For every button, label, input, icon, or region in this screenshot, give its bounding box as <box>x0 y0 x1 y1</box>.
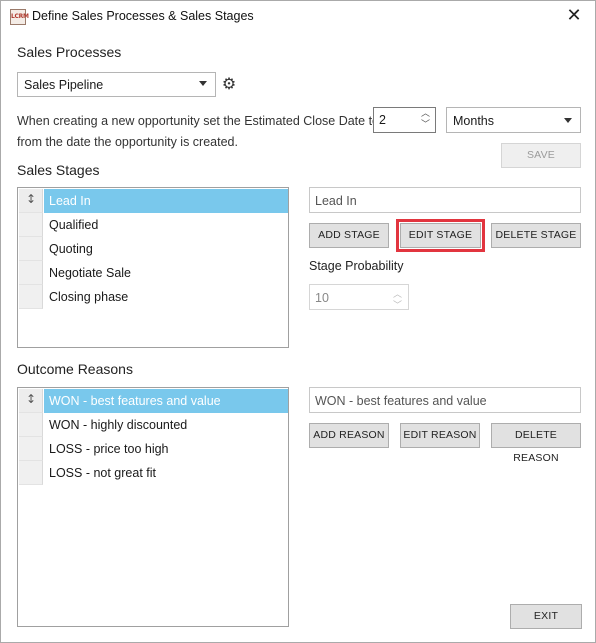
list-item[interactable]: Qualified <box>19 213 288 237</box>
list-item[interactable]: ↕ WON - best features and value <box>19 389 288 413</box>
sales-processes-heading: Sales Processes <box>17 44 122 60</box>
stage-name-value: Lead In <box>315 194 357 208</box>
list-item-label: WON - highly discounted <box>49 418 188 432</box>
stepper-up-icon[interactable]: ︿ <box>421 110 430 119</box>
reorder-arrows-icon: ↕ <box>26 192 37 206</box>
stage-probability-label: Stage Probability <box>309 259 404 273</box>
list-item[interactable]: LOSS - not great fit <box>19 461 288 485</box>
list-item[interactable]: Quoting <box>19 237 288 261</box>
chevron-down-icon <box>199 81 207 86</box>
stepper-down-icon[interactable]: ﹀ <box>421 121 430 130</box>
edit-stage-button[interactable]: EDIT STAGE <box>396 219 485 252</box>
list-item-label: LOSS - not great fit <box>49 466 156 480</box>
close-date-stepper[interactable]: 2 ︿ ﹀ <box>373 107 436 133</box>
drag-handle[interactable]: ↕ <box>19 389 43 413</box>
drag-handle[interactable] <box>19 261 43 285</box>
stepper-down-icon[interactable]: ﹀ <box>393 298 402 311</box>
reason-name-value: WON - best features and value <box>315 394 487 408</box>
list-item[interactable]: LOSS - price too high <box>19 437 288 461</box>
drag-handle[interactable] <box>19 413 43 437</box>
sales-process-select-value: Sales Pipeline <box>24 78 104 92</box>
list-item-label: LOSS - price too high <box>49 442 169 456</box>
list-item-label: Quoting <box>49 242 93 256</box>
outcome-reasons-heading: Outcome Reasons <box>17 361 133 377</box>
sales-process-select[interactable]: Sales Pipeline <box>17 72 216 97</box>
list-item[interactable]: Negotiate Sale <box>19 261 288 285</box>
chevron-down-icon <box>564 118 572 123</box>
gear-icon[interactable]: ⚙ <box>220 75 238 93</box>
stage-probability-stepper[interactable]: 10 ︿ ﹀ <box>309 284 409 311</box>
reorder-arrows-icon: ↕ <box>26 392 37 406</box>
close-icon[interactable]: ✕ <box>563 5 585 27</box>
add-stage-button[interactable]: ADD STAGE <box>309 223 389 248</box>
window-title: Define Sales Processes & Sales Stages <box>32 9 254 23</box>
list-item-label: WON - best features and value <box>44 389 288 413</box>
title-bar: LCRM Define Sales Processes & Sales Stag… <box>1 1 595 32</box>
close-date-value: 2 <box>379 113 386 127</box>
list-item-label: Qualified <box>49 218 99 232</box>
save-button[interactable]: SAVE <box>501 143 581 168</box>
drag-handle[interactable]: ↕ <box>19 189 43 213</box>
dialog-window: LCRM Define Sales Processes & Sales Stag… <box>0 0 596 643</box>
edit-reason-button[interactable]: EDIT REASON <box>400 423 480 448</box>
stage-probability-value: 10 <box>315 291 329 305</box>
outcome-reasons-list[interactable]: ↕ WON - best features and value WON - hi… <box>17 387 289 627</box>
exit-button[interactable]: EXIT <box>510 604 582 629</box>
sales-stages-heading: Sales Stages <box>17 162 100 178</box>
close-date-unit-value: Months <box>453 114 494 128</box>
list-item-label: Negotiate Sale <box>49 266 132 280</box>
stage-name-input[interactable]: Lead In <box>309 187 581 213</box>
list-item[interactable]: Closing phase <box>19 285 288 309</box>
drag-handle[interactable] <box>19 237 43 261</box>
drag-handle[interactable] <box>19 437 43 461</box>
list-item[interactable]: WON - highly discounted <box>19 413 288 437</box>
drag-handle[interactable] <box>19 461 43 485</box>
close-date-unit-select[interactable]: Months <box>446 107 581 133</box>
drag-handle[interactable] <box>19 285 43 309</box>
add-reason-button[interactable]: ADD REASON <box>309 423 389 448</box>
delete-stage-button[interactable]: DELETE STAGE <box>491 223 581 248</box>
list-item-label: Lead In <box>44 189 288 213</box>
close-date-description: When creating a new opportunity set the … <box>17 114 379 128</box>
reason-name-input[interactable]: WON - best features and value <box>309 387 581 413</box>
sales-stages-list[interactable]: ↕ Lead In Qualified Quoting Negotiate Sa… <box>17 187 289 348</box>
app-logo-icon: LCRM <box>10 9 29 25</box>
list-item[interactable]: ↕ Lead In <box>19 189 288 213</box>
drag-handle[interactable] <box>19 213 43 237</box>
delete-reason-button[interactable]: DELETE REASON <box>491 423 581 464</box>
list-item-label: Closing phase <box>49 290 129 304</box>
close-date-description-continued: from the date the opportunity is created… <box>17 135 238 149</box>
